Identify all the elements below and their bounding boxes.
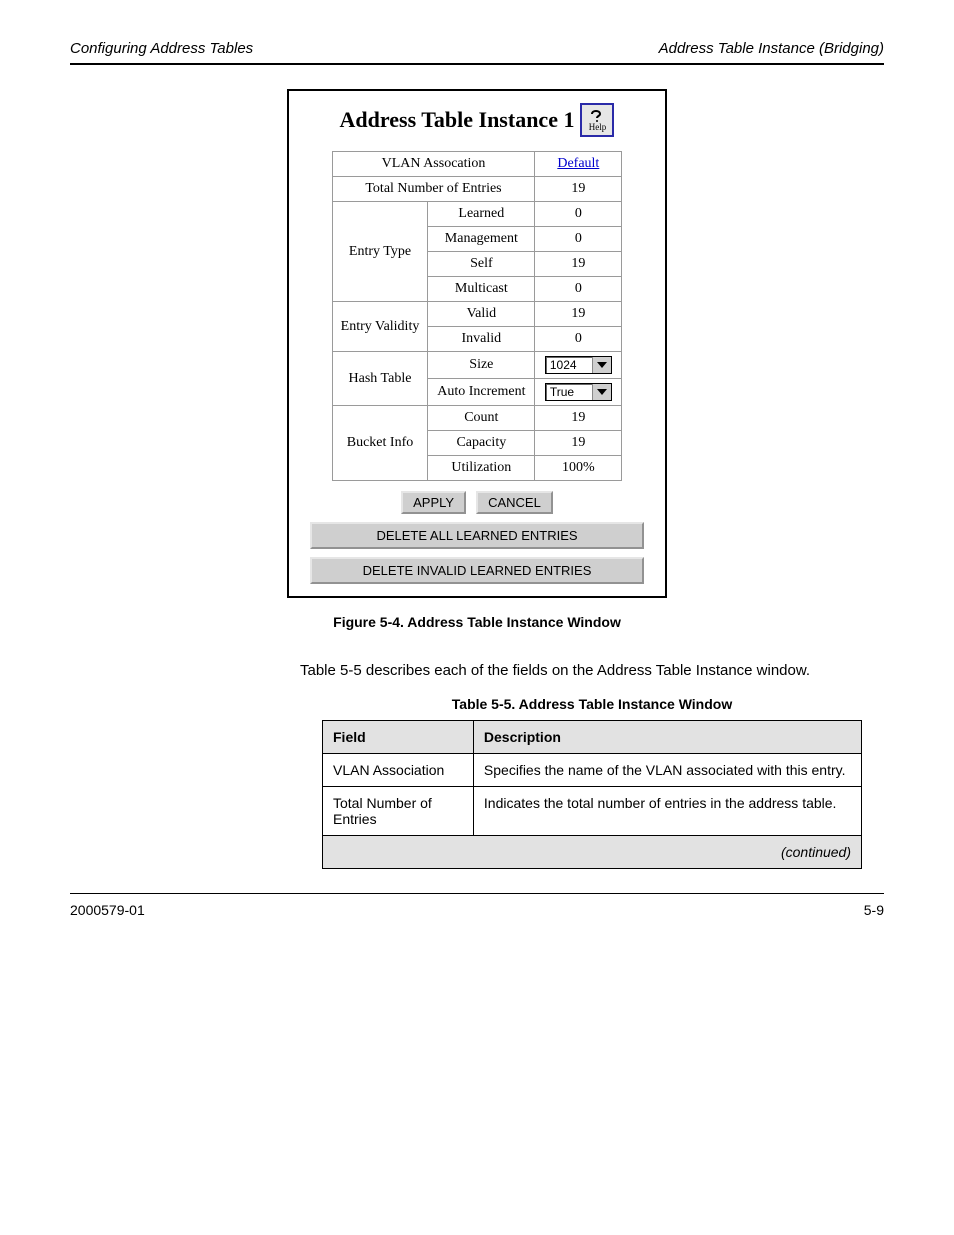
address-table-dialog: Address Table Instance 1 Help VLAN Assoc… (287, 89, 667, 598)
auto-increment-value: True (546, 384, 592, 400)
table-row: Total Number of Entries Indicates the to… (323, 786, 862, 835)
table-row: VLAN Association Specifies the name of t… (323, 753, 862, 786)
auto-increment-select[interactable]: True (545, 383, 612, 401)
entry-validity-group: Entry Validity (332, 302, 428, 352)
invalid-label: Invalid (428, 327, 535, 352)
utilization-label: Utilization (428, 456, 535, 481)
management-value: 0 (535, 227, 622, 252)
learned-label: Learned (428, 202, 535, 227)
running-left: Configuring Address Tables (70, 40, 253, 57)
footer-left: 2000579-01 (70, 902, 145, 918)
self-label: Self (428, 252, 535, 277)
help-icon (588, 109, 606, 123)
bottom-rule (70, 893, 884, 894)
ref-table-title: Table 5-5. Address Table Instance Window (300, 696, 884, 712)
utilization-value: 100% (535, 456, 622, 481)
capacity-value: 19 (535, 431, 622, 456)
size-label: Size (428, 352, 535, 379)
figure-caption: Figure 5-4. Address Table Instance Windo… (70, 614, 884, 630)
bucket-info-group: Bucket Info (332, 406, 428, 481)
auto-increment-label: Auto Increment (428, 379, 535, 406)
valid-label: Valid (428, 302, 535, 327)
invalid-value: 0 (535, 327, 622, 352)
size-select-value: 1024 (546, 357, 592, 373)
hash-table-group: Hash Table (332, 352, 428, 406)
valid-value: 19 (535, 302, 622, 327)
total-entries-label: Total Number of Entries (332, 177, 535, 202)
continued-label: (continued) (323, 835, 862, 868)
chevron-down-icon (592, 357, 611, 373)
help-label: Help (589, 123, 607, 132)
capacity-label: Capacity (428, 431, 535, 456)
multicast-label: Multicast (428, 277, 535, 302)
multicast-value: 0 (535, 277, 622, 302)
cell-desc: Specifies the name of the VLAN associate… (473, 753, 861, 786)
learned-value: 0 (535, 202, 622, 227)
top-rule (70, 63, 884, 65)
dialog-title: Address Table Instance 1 (340, 107, 575, 133)
count-label: Count (428, 406, 535, 431)
footer-right: 5-9 (864, 902, 884, 918)
cancel-button[interactable]: CANCEL (476, 491, 553, 514)
delete-invalid-learned-button[interactable]: DELETE INVALID LEARNED ENTRIES (310, 557, 644, 584)
col-desc: Description (473, 720, 861, 753)
management-label: Management (428, 227, 535, 252)
cell-field: VLAN Association (323, 753, 474, 786)
reference-table: Field Description VLAN Association Speci… (322, 720, 862, 869)
self-value: 19 (535, 252, 622, 277)
apply-button[interactable]: APPLY (401, 491, 466, 514)
chevron-down-icon (592, 384, 611, 400)
delete-all-learned-button[interactable]: DELETE ALL LEARNED ENTRIES (310, 522, 644, 549)
running-right: Address Table Instance (Bridging) (659, 40, 884, 57)
instance-table: VLAN Assocation Default Total Number of … (332, 151, 623, 481)
col-field: Field (323, 720, 474, 753)
entry-type-group: Entry Type (332, 202, 428, 302)
cell-field: Total Number of Entries (323, 786, 474, 835)
vlan-assoc-label: VLAN Assocation (332, 152, 535, 177)
cell-desc: Indicates the total number of entries in… (473, 786, 861, 835)
count-value: 19 (535, 406, 622, 431)
size-select[interactable]: 1024 (545, 356, 612, 374)
description-text: Table 5-5 describes each of the fields o… (300, 660, 884, 682)
total-entries-value: 19 (535, 177, 622, 202)
help-button[interactable]: Help (580, 103, 614, 137)
vlan-assoc-link[interactable]: Default (557, 156, 599, 171)
